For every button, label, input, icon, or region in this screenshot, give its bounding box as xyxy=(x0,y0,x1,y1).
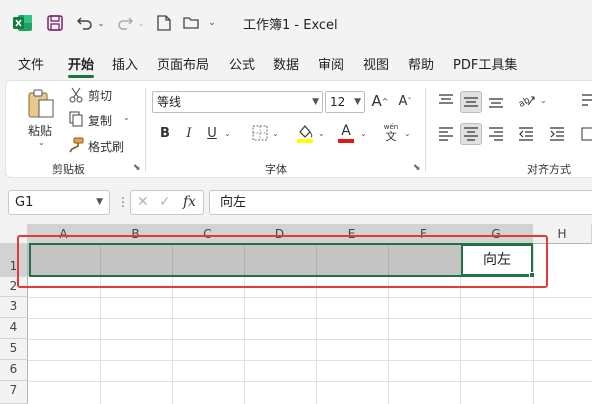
fill-color-icon[interactable] xyxy=(296,122,314,144)
decrease-indent-icon[interactable] xyxy=(516,124,536,144)
excel-window: ⌄ ⌄ ⌄ 工作簿1 - Excel 文件 开始 插入 页面布局 公式 数据 审… xyxy=(0,0,592,404)
gridline xyxy=(28,297,592,298)
font-color-dropdown-icon[interactable]: ⌄ xyxy=(360,129,367,138)
formula-actions: ✕ ✓ fx xyxy=(130,190,204,215)
align-bottom-icon[interactable] xyxy=(486,91,506,111)
font-color-letter: A xyxy=(341,122,351,139)
increase-font-size-button[interactable]: A ^ xyxy=(371,91,389,111)
menu-data[interactable]: 数据 xyxy=(273,54,299,73)
menu-pdf-tools[interactable]: PDF工具集 xyxy=(453,54,517,73)
new-file-icon[interactable] xyxy=(154,12,174,34)
font-color-button[interactable]: A xyxy=(337,122,355,144)
phonetic-bottom-text: 文 xyxy=(385,130,397,143)
title-bar: ⌄ ⌄ ⌄ 工作簿1 - Excel xyxy=(0,0,592,46)
copy-dropdown-icon[interactable]: ⌄ xyxy=(123,113,130,122)
wrap-text-icon[interactable] xyxy=(580,91,592,111)
annotation-highlight-box xyxy=(17,235,548,288)
redo-icon[interactable] xyxy=(115,12,135,34)
chevron-down-icon: ▼ xyxy=(312,97,319,107)
paste-icon[interactable] xyxy=(24,88,58,120)
menu-home[interactable]: 开始 xyxy=(68,54,94,73)
align-middle-icon[interactable] xyxy=(460,91,482,113)
formula-input[interactable]: 向左 xyxy=(209,190,592,215)
underline-button[interactable]: U xyxy=(205,124,219,142)
phonetic-dropdown-icon[interactable]: ⌄ xyxy=(404,129,411,138)
open-folder-icon[interactable] xyxy=(182,12,202,34)
clipboard-launcher-icon[interactable]: ⬊ xyxy=(133,163,141,173)
row-header-4[interactable]: 4 xyxy=(0,318,28,339)
paste-dropdown-icon[interactable]: ⌄ xyxy=(38,138,45,147)
active-tab-indicator xyxy=(68,75,94,78)
align-top-icon[interactable] xyxy=(436,91,456,111)
font-group-label: 字体 xyxy=(265,163,287,176)
caret-up-icon: ^ xyxy=(381,96,389,106)
cut-label[interactable]: 剪切 xyxy=(88,87,112,104)
excel-logo-icon xyxy=(12,12,34,34)
chevron-down-icon: ▼ xyxy=(96,197,103,207)
decrease-font-size-button[interactable]: Aˇ xyxy=(396,91,414,111)
gridline xyxy=(28,339,592,340)
menu-formulas[interactable]: 公式 xyxy=(229,54,255,73)
alignment-group-label: 对齐方式 xyxy=(527,163,571,176)
copy-label[interactable]: 复制 xyxy=(88,112,112,129)
font-color-swatch xyxy=(338,138,354,143)
insert-function-icon[interactable]: fx xyxy=(183,194,196,210)
font-size-value: 12 xyxy=(330,95,346,109)
formula-bar-options-icon[interactable]: ⋮ xyxy=(117,195,129,209)
font-launcher-icon[interactable]: ⬊ xyxy=(413,163,421,173)
borders-dropdown-icon[interactable]: ⌄ xyxy=(272,129,279,138)
cancel-icon[interactable]: ✕ xyxy=(137,194,149,210)
increase-indent-icon[interactable] xyxy=(547,124,567,144)
gridline xyxy=(28,360,592,361)
paste-label[interactable]: 粘贴 xyxy=(28,122,52,139)
save-icon[interactable] xyxy=(45,12,65,34)
gridline xyxy=(28,381,592,382)
group-separator xyxy=(145,88,146,172)
borders-icon[interactable] xyxy=(251,124,269,142)
window-title: 工作簿1 - Excel xyxy=(243,18,338,33)
row-header-5[interactable]: 5 xyxy=(0,339,28,360)
increase-font-letter: A xyxy=(371,92,382,110)
decrease-font-letter: A xyxy=(398,93,408,109)
redo-dropdown-icon[interactable]: ⌄ xyxy=(136,12,146,34)
more-icon[interactable]: ⌄ xyxy=(205,12,219,34)
group-separator xyxy=(425,88,426,172)
menu-file[interactable]: 文件 xyxy=(18,54,44,73)
name-box[interactable]: G1 ▼ xyxy=(8,190,110,215)
fill-color-dropdown-icon[interactable]: ⌄ xyxy=(318,129,325,138)
clipboard-group-label: 剪贴板 xyxy=(52,163,85,176)
underline-dropdown-icon[interactable]: ⌄ xyxy=(224,129,231,138)
name-box-value: G1 xyxy=(15,195,34,210)
merge-center-icon[interactable] xyxy=(580,124,592,144)
copy-icon[interactable] xyxy=(68,111,84,127)
gridline xyxy=(28,318,592,319)
font-name-value: 等线 xyxy=(157,95,182,109)
chevron-down-icon: ▼ xyxy=(354,97,361,107)
row-header-6[interactable]: 6 xyxy=(0,360,28,381)
enter-icon[interactable]: ✓ xyxy=(159,194,171,210)
format-painter-label[interactable]: 格式刷 xyxy=(88,138,124,155)
font-name-select[interactable]: 等线 ▼ xyxy=(152,91,323,113)
align-left-icon[interactable] xyxy=(436,124,456,144)
format-painter-icon[interactable] xyxy=(68,137,84,153)
row-header-3[interactable]: 3 xyxy=(0,297,28,318)
menu-review[interactable]: 审阅 xyxy=(318,54,344,73)
align-right-icon[interactable] xyxy=(486,124,506,144)
cut-icon[interactable] xyxy=(68,87,84,103)
menu-page-layout[interactable]: 页面布局 xyxy=(157,54,209,73)
menu-view[interactable]: 视图 xyxy=(363,54,389,73)
undo-dropdown-icon[interactable]: ⌄ xyxy=(96,12,106,34)
italic-button[interactable]: I xyxy=(182,124,196,142)
row-header-7[interactable]: 7 xyxy=(0,381,28,404)
menu-insert[interactable]: 插入 xyxy=(112,54,138,73)
orientation-icon[interactable]: ab xyxy=(516,91,538,111)
orientation-dropdown-icon[interactable]: ⌄ xyxy=(540,96,547,105)
caret-down-icon: ˇ xyxy=(407,96,412,106)
menu-help[interactable]: 帮助 xyxy=(408,54,434,73)
undo-icon[interactable] xyxy=(75,12,95,34)
font-size-select[interactable]: 12 ▼ xyxy=(325,91,365,113)
bold-button[interactable]: B xyxy=(158,124,172,142)
align-center-icon[interactable] xyxy=(460,123,482,145)
phonetic-button[interactable]: wén 文 xyxy=(381,122,401,144)
